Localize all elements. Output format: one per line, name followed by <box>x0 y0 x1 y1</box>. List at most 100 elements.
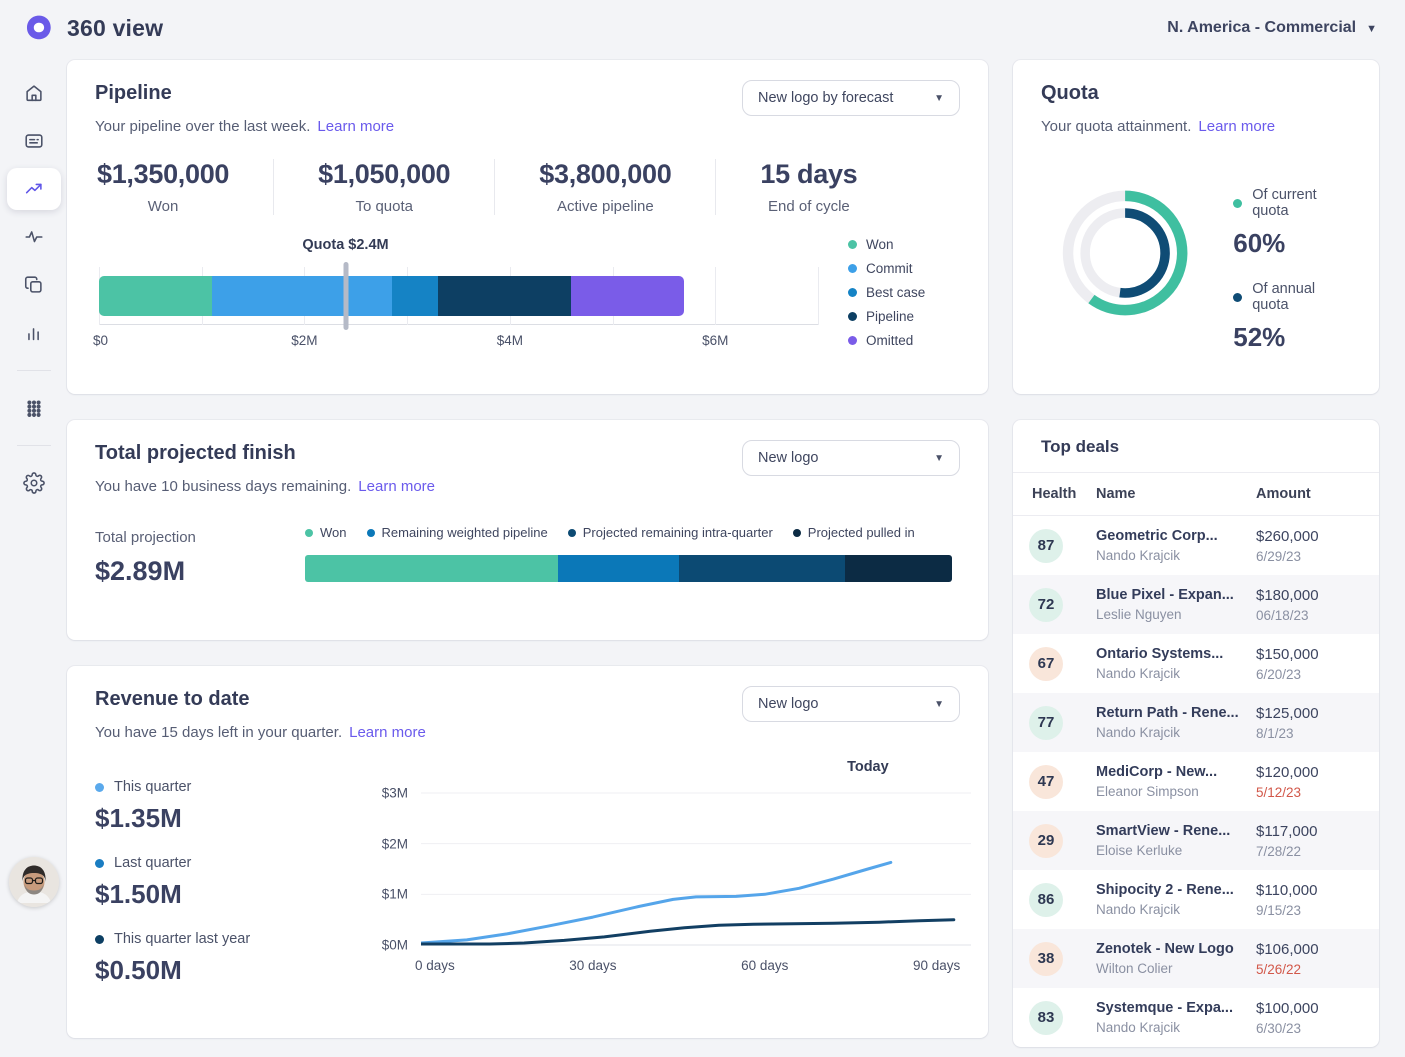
deal-close-date: 6/20/23 <box>1256 667 1363 682</box>
sidebar-item-home[interactable] <box>7 72 61 114</box>
deal-name-cell: SmartView - Rene...Eloise Kerluke <box>1096 823 1256 858</box>
sidebar-item-trends[interactable] <box>7 168 61 210</box>
legend-dot <box>793 529 801 537</box>
deal-amount-cell: $150,0006/20/23 <box>1256 646 1363 682</box>
deal-amount-cell: $117,0007/28/22 <box>1256 823 1363 859</box>
deal-close-date: 8/1/23 <box>1256 726 1363 741</box>
revenue-learn-more-link[interactable]: Learn more <box>349 724 426 741</box>
deal-owner: Wilton Colier <box>1096 961 1256 976</box>
revenue-filter-dropdown[interactable]: New logo ▼ <box>742 686 960 722</box>
pipeline-stat: $3,800,000Active pipeline <box>494 159 715 215</box>
legend-label: Projected pulled in <box>808 525 915 540</box>
quota-stat-name: Of current quota <box>1252 187 1351 219</box>
table-row[interactable]: 38Zenotek - New LogoWilton Colier$106,00… <box>1013 929 1379 988</box>
table-row[interactable]: 86Shipocity 2 - Rene...Nando Krajcik$110… <box>1013 870 1379 929</box>
deal-close-date: 06/18/23 <box>1256 608 1363 623</box>
table-row[interactable]: 67 Ontario Systems... Nando Krajcik$150,00… <box>1013 634 1379 693</box>
sidebar-item-settings[interactable] <box>7 462 61 504</box>
revenue-stat-label: This quarter last year <box>95 931 375 947</box>
pipeline-stats: $1,350,000Won$1,050,000To quota$3,800,00… <box>95 159 960 215</box>
projected-learn-more-link[interactable]: Learn more <box>358 478 435 495</box>
pipeline-filter-value: New logo by forecast <box>758 90 893 106</box>
deal-owner: Nando Krajcik <box>1096 725 1256 740</box>
revenue-stat: This quarter$1.35M <box>95 779 375 834</box>
stat-label: Won <box>97 198 229 215</box>
chevron-down-icon: ▼ <box>934 699 944 710</box>
legend-item: Omitted <box>848 333 960 348</box>
table-row[interactable]: 72Blue Pixel - Expan... Leslie Nguyen$180… <box>1013 575 1379 634</box>
health-score-badge: 67 <box>1029 647 1063 681</box>
health-score-badge: 77 <box>1029 706 1063 740</box>
legend-item: Won <box>848 237 960 252</box>
deal-amount-cell: $125,0008/1/23 <box>1256 705 1363 741</box>
deal-name: Blue Pixel - Expan... <box>1096 587 1256 603</box>
sidebar-item-copy[interactable] <box>7 264 61 306</box>
legend-dot <box>305 529 313 537</box>
table-row[interactable]: 83Systemque - Expa...Nando Krajcik$100,0… <box>1013 988 1379 1047</box>
pipeline-filter-dropdown[interactable]: New logo by forecast ▼ <box>742 80 960 116</box>
region-selector[interactable]: N. America - Commercial ▼ <box>1167 19 1377 37</box>
deal-amount-cell: $110,0009/15/23 <box>1256 882 1363 918</box>
pipeline-bar-chart: Quota $2.4M$0$2M$4M$6M <box>95 223 848 353</box>
health-score-badge: 38 <box>1029 942 1063 976</box>
pipeline-learn-more-link[interactable]: Learn more <box>317 118 394 135</box>
table-row[interactable]: 77 Return Path - Rene... Nando Krajcik$125… <box>1013 693 1379 752</box>
health-score-badge: 47 <box>1029 765 1063 799</box>
projected-subtitle: You have 10 business days remaining.Lear… <box>95 478 435 495</box>
deal-name-cell: Return Path - Rene... Nando Krajcik <box>1096 705 1256 740</box>
y-tick-label: $2M <box>382 836 408 851</box>
legend-dot <box>95 935 104 944</box>
deal-name: Shipocity 2 - Rene... <box>1096 882 1256 898</box>
quota-subtitle-text: Your quota attainment. <box>1041 118 1191 135</box>
revenue-stat-value: $1.50M <box>95 879 375 910</box>
legend-dot <box>1233 293 1242 302</box>
axis-tick-label: $4M <box>497 333 523 348</box>
pipeline-stat: $1,350,000Won <box>95 159 273 215</box>
deal-name-cell: Blue Pixel - Expan... Leslie Nguyen <box>1096 587 1256 622</box>
legend-label: Best case <box>866 285 925 300</box>
legend-item: Commit <box>848 261 960 276</box>
revenue-x-axis: 0 days30 days60 days90 days <box>421 958 971 978</box>
table-row[interactable]: 47MediCorp - New...Eleanor Simpson$120,0… <box>1013 752 1379 811</box>
pipeline-legend: WonCommitBest casePipelineOmitted <box>848 223 960 353</box>
axis-tick-label: $2M <box>291 333 317 348</box>
top-deals-rows: 87Geometric Corp...Nando Krajcik$260,000… <box>1013 516 1379 1047</box>
deal-name: Return Path - Rene... <box>1096 705 1256 721</box>
deal-name-cell: Systemque - Expa...Nando Krajcik <box>1096 1000 1256 1035</box>
deal-health-cell: 72 <box>1029 588 1096 622</box>
deal-owner: Leslie Nguyen <box>1096 607 1256 622</box>
bar-segment-commit <box>212 276 392 316</box>
projected-filter-dropdown[interactable]: New logo ▼ <box>742 440 960 476</box>
total-projection-label: Total projection <box>95 529 305 546</box>
revenue-stat: This quarter last year$0.50M <box>95 931 375 986</box>
total-projection-value: $2.89M <box>95 556 305 587</box>
deal-owner: Nando Krajcik <box>1096 666 1256 681</box>
sidebar-item-reports[interactable] <box>7 312 61 354</box>
deal-amount-cell: $260,0006/29/23 <box>1256 528 1363 564</box>
chevron-down-icon: ▼ <box>1366 22 1377 35</box>
sidebar-item-activity[interactable] <box>7 216 61 258</box>
legend-dot <box>848 264 857 273</box>
quota-learn-more-link[interactable]: Learn more <box>1198 118 1275 135</box>
trending-up-icon <box>23 178 45 200</box>
legend-label: Commit <box>866 261 913 276</box>
user-avatar[interactable] <box>9 857 59 907</box>
deal-name-cell: MediCorp - New...Eleanor Simpson <box>1096 764 1256 799</box>
stat-label: To quota <box>318 198 450 215</box>
bar-segment-won <box>305 555 558 582</box>
sidebar-item-card[interactable] <box>7 120 61 162</box>
deal-name-cell: Ontario Systems... Nando Krajcik <box>1096 646 1256 681</box>
column-header-name: Name <box>1096 486 1256 502</box>
bar-segment-won <box>99 276 212 316</box>
sidebar-item-apps[interactable] <box>7 387 61 429</box>
deal-close-date: 5/26/22 <box>1256 962 1363 977</box>
chevron-down-icon: ▼ <box>934 453 944 464</box>
bar-segment-omitted <box>571 276 684 316</box>
revenue-stat-value: $1.35M <box>95 803 375 834</box>
deal-name: Ontario Systems... <box>1096 646 1256 662</box>
deal-close-date: 6/30/23 <box>1256 1021 1363 1036</box>
table-row[interactable]: 87Geometric Corp...Nando Krajcik$260,000… <box>1013 516 1379 575</box>
table-row[interactable]: 29SmartView - Rene...Eloise Kerluke$117,… <box>1013 811 1379 870</box>
bar-chart-icon <box>23 322 45 344</box>
deal-amount-cell: $180,00006/18/23 <box>1256 587 1363 623</box>
